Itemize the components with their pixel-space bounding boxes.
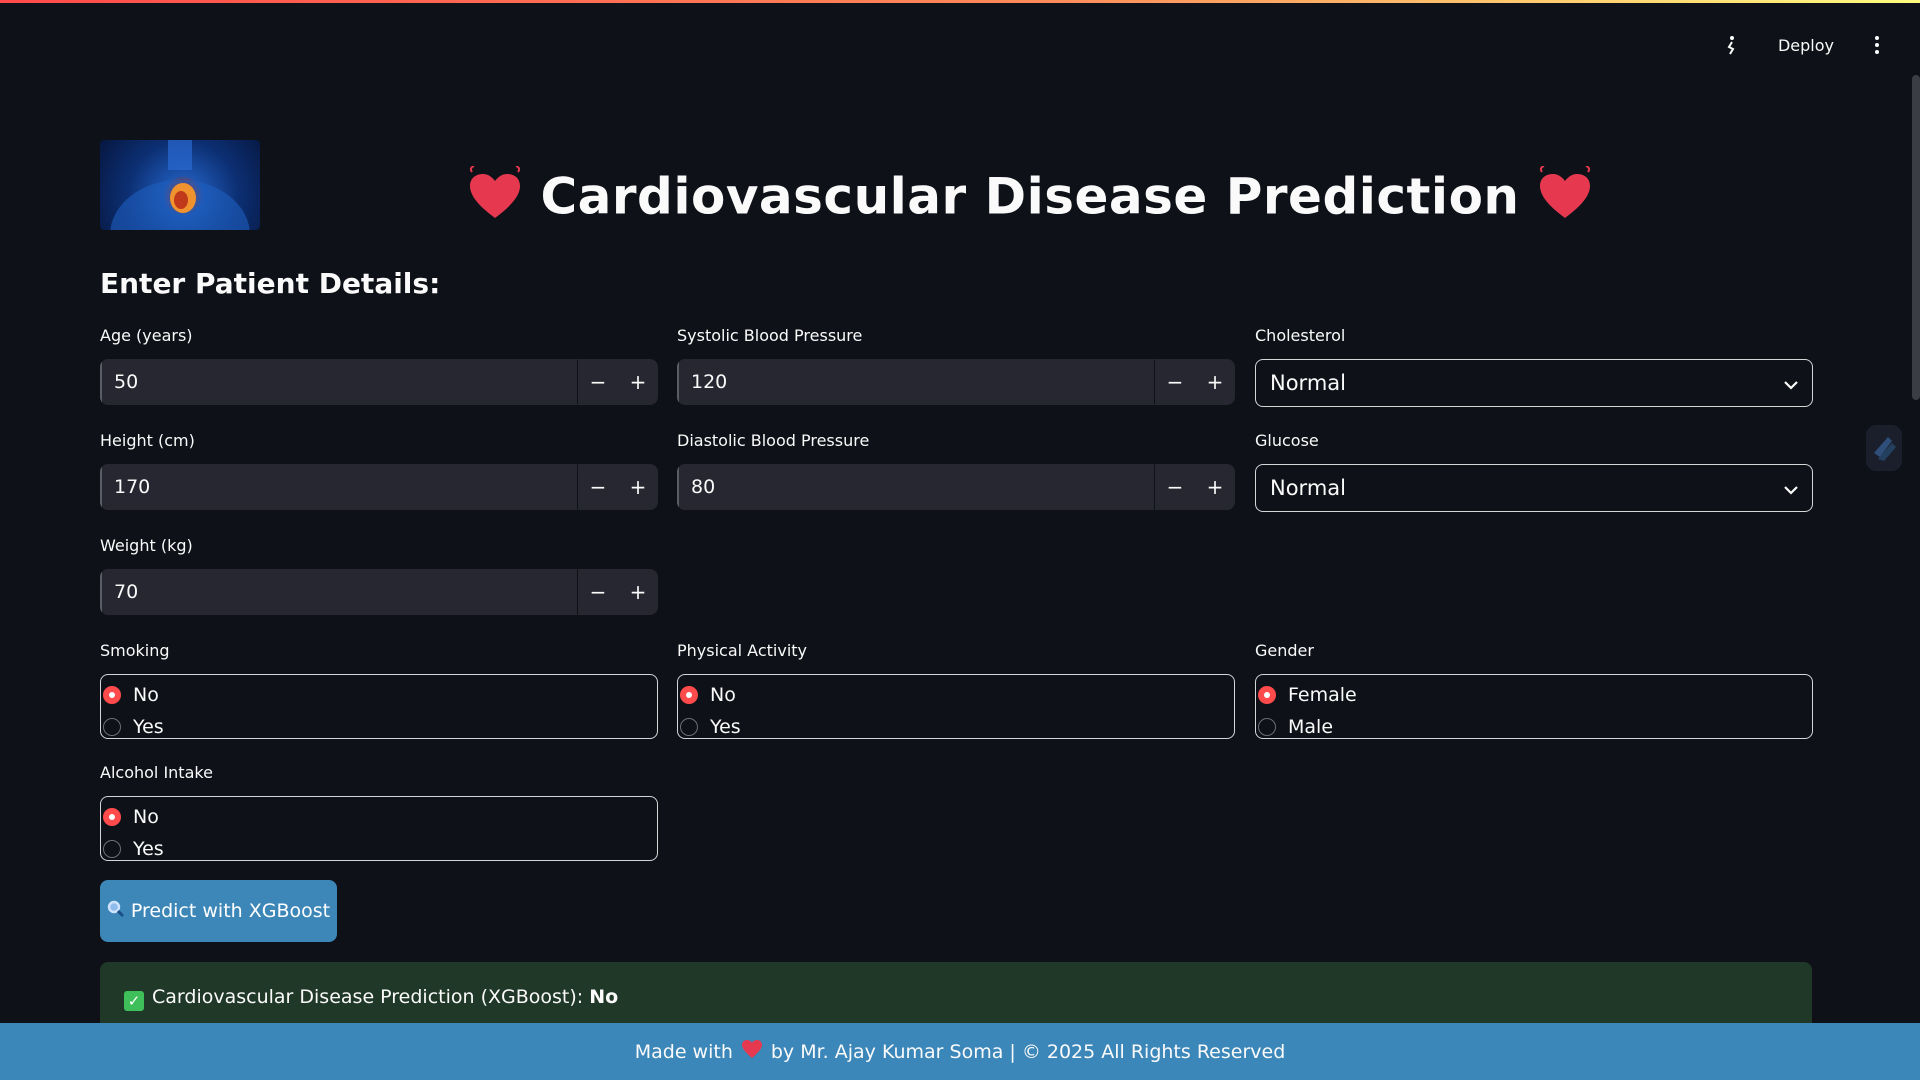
heart-icon [741,1039,763,1064]
diastolic-increment-button[interactable]: + [1195,464,1235,510]
smoking-option-no[interactable]: No [101,679,657,711]
activity-option-yes[interactable]: Yes [678,711,1234,743]
deploy-button[interactable]: Deploy [1778,36,1834,55]
scrollbar[interactable] [1912,75,1920,400]
alcohol-radio-group: No Yes [100,796,658,861]
radio-unselected-icon [1258,718,1276,736]
diastolic-decrement-button[interactable]: − [1155,464,1195,510]
systolic-field: Systolic Blood Pressure 120 − + [677,325,1235,405]
top-decoration-bar [0,0,1920,3]
height-field: Height (cm) 170 − + [100,430,658,510]
age-decrement-button[interactable]: − [578,359,618,405]
gender-radio-group: Female Male [1255,674,1813,739]
smoking-option-label: Yes [133,716,164,738]
activity-field: Physical Activity No Yes [677,640,1235,739]
cholesterol-field: Cholesterol Normal [1255,325,1813,407]
chevron-down-icon [1784,371,1798,395]
activity-option-no[interactable]: No [678,679,1234,711]
alcohol-field: Alcohol Intake No Yes [100,762,658,861]
cholesterol-select[interactable]: Normal [1255,359,1813,407]
radio-selected-icon [103,808,121,826]
age-increment-button[interactable]: + [618,359,658,405]
alcohol-option-yes[interactable]: Yes [101,833,657,865]
running-man-icon[interactable] [1724,35,1738,55]
age-input[interactable]: 50 [100,359,578,405]
weight-label: Weight (kg) [100,536,193,555]
weight-field: Weight (kg) 70 − + [100,535,658,615]
alcohol-option-label: No [133,806,159,828]
predict-button[interactable]: Predict with XGBoost [100,880,337,942]
activity-option-label: Yes [710,716,741,738]
heart-icon [466,165,524,234]
check-mark-icon: ✓ [124,991,144,1011]
height-increment-button[interactable]: + [618,464,658,510]
weight-input[interactable]: 70 [100,569,578,615]
glucose-label: Glucose [1255,431,1319,450]
height-decrement-button[interactable]: − [578,464,618,510]
alcohol-label: Alcohol Intake [100,763,213,782]
glucose-select[interactable]: Normal [1255,464,1813,512]
systolic-decrement-button[interactable]: − [1155,359,1195,405]
footer: Made with by Mr. Ajay Kumar Soma | © 202… [0,1023,1920,1080]
diastolic-number-input: 80 − + [677,464,1235,510]
activity-option-label: No [710,684,736,706]
smoking-option-yes[interactable]: Yes [101,711,657,743]
weight-increment-button[interactable]: + [618,569,658,615]
height-number-input: 170 − + [100,464,658,510]
diastolic-label: Diastolic Blood Pressure [677,431,870,450]
height-input[interactable]: 170 [100,464,578,510]
systolic-input[interactable]: 120 [677,359,1155,405]
smoking-label: Smoking [100,641,170,660]
chevron-down-icon [1784,476,1798,500]
result-value: No [589,986,619,1008]
magnifier-icon [107,900,125,923]
alcohol-option-label: Yes [133,838,164,860]
diastolic-input[interactable]: 80 [677,464,1155,510]
predict-button-label: Predict with XGBoost [130,900,331,922]
gender-option-label: Female [1288,684,1357,706]
age-field: Age (years) 50 − + [100,325,658,405]
gender-label: Gender [1255,641,1314,660]
gender-option-female[interactable]: Female [1256,679,1812,711]
footer-credit: by Mr. Ajay Kumar Soma | © 2025 All Righ… [770,1040,1286,1063]
radio-selected-icon [1258,686,1276,704]
cholesterol-label: Cholesterol [1255,326,1346,345]
height-label: Height (cm) [100,431,195,450]
weight-number-input: 70 − + [100,569,658,615]
activity-label: Physical Activity [677,641,808,660]
streamlit-badge-icon[interactable] [1866,425,1902,471]
glucose-selected-value: Normal [1270,476,1346,500]
weight-decrement-button[interactable]: − [578,569,618,615]
radio-unselected-icon [103,718,121,736]
smoking-radio-group: No Yes [100,674,658,739]
prediction-result-alert: ✓ Cardiovascular Disease Prediction (XGBo… [100,962,1812,1030]
app-header-actions: Deploy [1724,30,1880,60]
gender-option-male[interactable]: Male [1256,711,1812,743]
radio-unselected-icon [680,718,698,736]
systolic-number-input: 120 − + [677,359,1235,405]
page-title-text: Cardiovascular Disease Prediction [540,167,1520,226]
page-title: Cardiovascular Disease Prediction [100,165,1920,234]
smoking-option-label: No [133,684,159,706]
activity-radio-group: No Yes [677,674,1235,739]
main-menu-icon[interactable] [1874,35,1880,55]
age-label: Age (years) [100,326,193,345]
systolic-label: Systolic Blood Pressure [677,326,863,345]
gender-option-label: Male [1288,716,1334,738]
section-heading: Enter Patient Details: [100,267,441,300]
gender-field: Gender Female Male [1255,640,1813,739]
radio-selected-icon [103,686,121,704]
alcohol-option-no[interactable]: No [101,801,657,833]
diastolic-field: Diastolic Blood Pressure 80 − + [677,430,1235,510]
footer-made-with: Made with [634,1040,733,1063]
smoking-field: Smoking No Yes [100,640,658,739]
systolic-increment-button[interactable]: + [1195,359,1235,405]
heart-icon [1536,165,1594,234]
cholesterol-selected-value: Normal [1270,371,1346,395]
result-prefix: Cardiovascular Disease Prediction (XGBoo… [152,986,584,1008]
age-number-input: 50 − + [100,359,658,405]
radio-unselected-icon [103,840,121,858]
radio-selected-icon [680,686,698,704]
glucose-field: Glucose Normal [1255,430,1813,512]
